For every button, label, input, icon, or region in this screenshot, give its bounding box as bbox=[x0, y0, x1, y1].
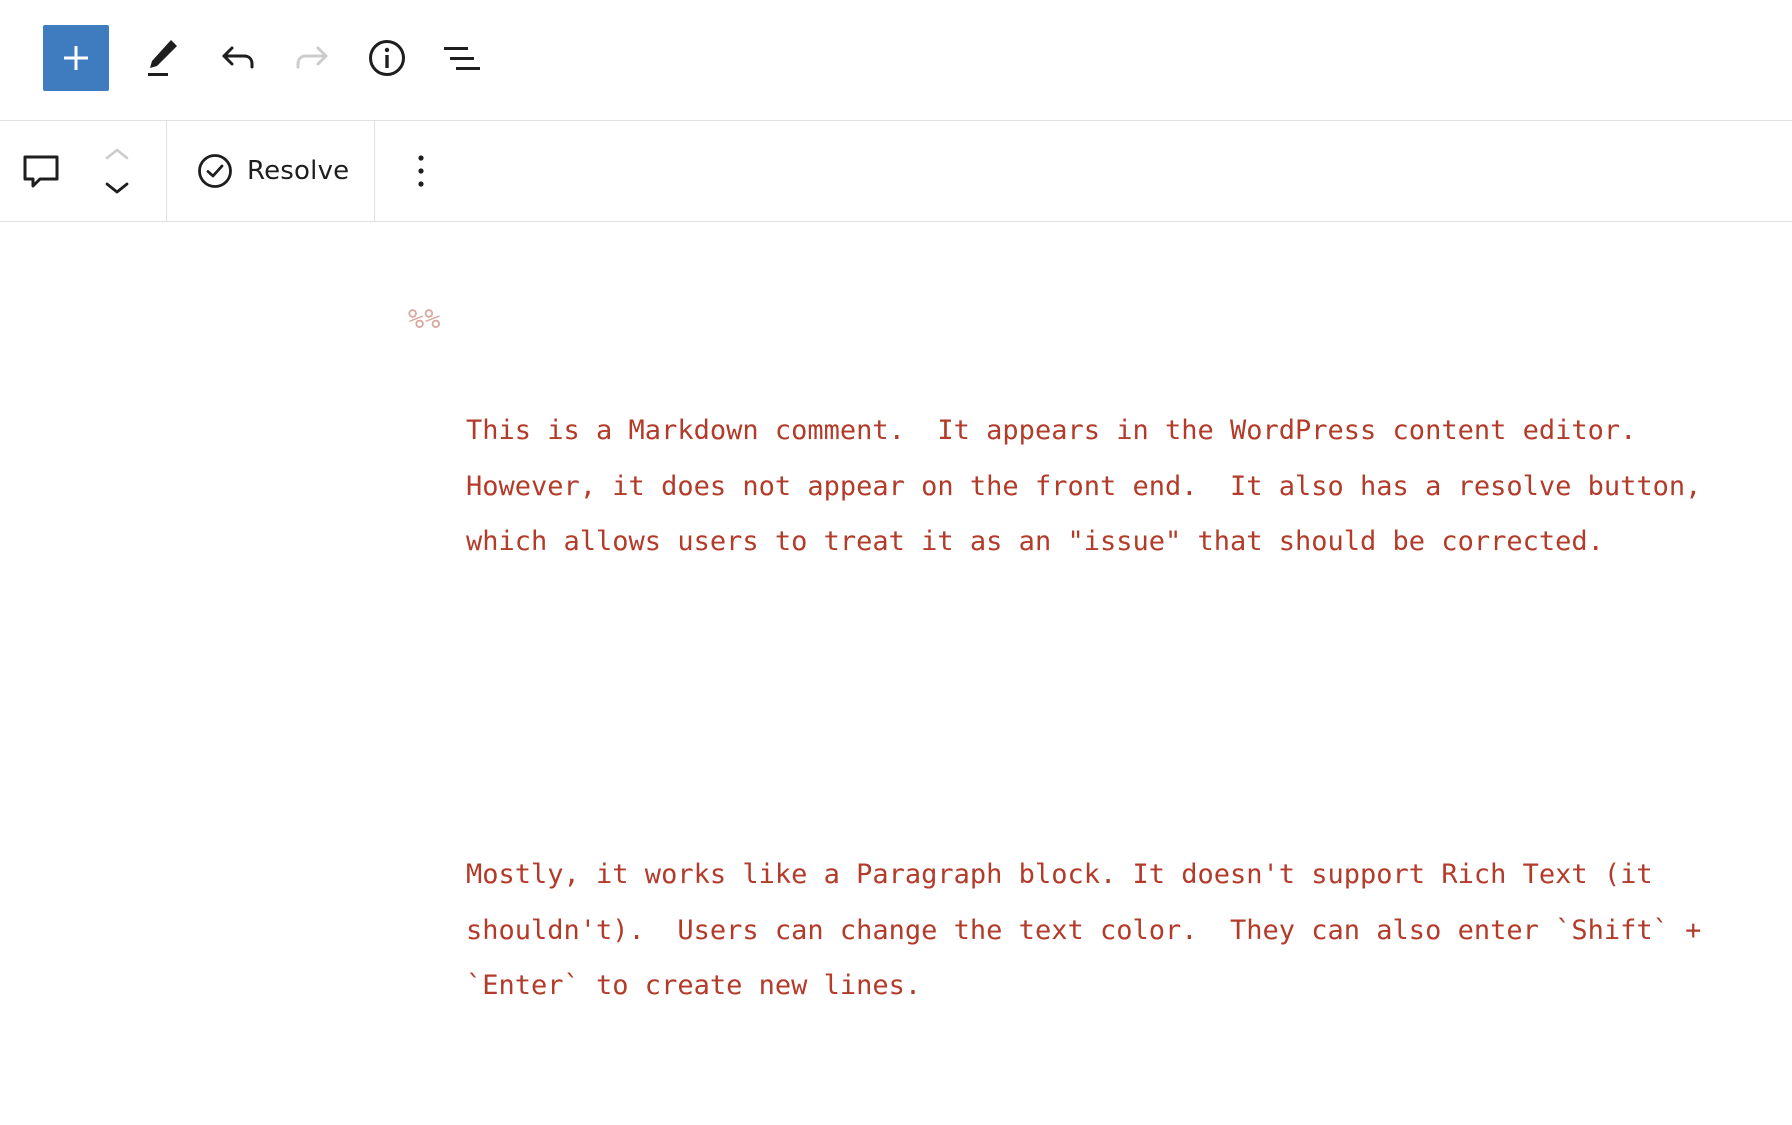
comment-paragraph: This is a Markdown comment. It appears i… bbox=[466, 415, 1718, 557]
more-vertical-icon bbox=[418, 155, 424, 187]
block-toolbar-group-options bbox=[375, 121, 475, 221]
editor-canvas: %% This is a Markdown comment. It appear… bbox=[0, 222, 1792, 1008]
edit-tool-button[interactable] bbox=[130, 25, 196, 91]
list-view-icon bbox=[444, 47, 480, 70]
block-options-button[interactable] bbox=[399, 149, 443, 193]
comment-icon bbox=[23, 155, 59, 188]
editor-top-toolbar bbox=[0, 0, 1792, 121]
comment-prefix: %% bbox=[408, 304, 441, 335]
move-up-button[interactable] bbox=[98, 139, 136, 169]
paragraph-spacer bbox=[466, 681, 1736, 737]
undo-icon bbox=[222, 46, 254, 69]
redo-button[interactable] bbox=[279, 25, 345, 91]
markdown-comment-block[interactable]: This is a Markdown comment. It appears i… bbox=[466, 292, 1736, 1125]
resolve-label: Resolve bbox=[247, 156, 350, 186]
comment-paragraph: Mostly, it works like a Paragraph block.… bbox=[466, 859, 1718, 1001]
plus-icon bbox=[64, 46, 88, 70]
block-mover bbox=[98, 139, 136, 205]
details-button[interactable] bbox=[354, 25, 420, 91]
chevron-up-icon bbox=[105, 148, 129, 160]
move-down-button[interactable] bbox=[98, 173, 136, 203]
list-view-button[interactable] bbox=[429, 25, 495, 91]
pencil-icon bbox=[148, 40, 177, 76]
block-toolbar: Resolve bbox=[0, 121, 1792, 222]
block-type-button[interactable] bbox=[20, 151, 62, 193]
block-inserter-button[interactable] bbox=[43, 25, 109, 91]
block-toolbar-group-type bbox=[0, 121, 167, 221]
resolve-button[interactable]: Resolve bbox=[197, 149, 349, 193]
undo-button[interactable] bbox=[205, 25, 271, 91]
chevron-down-icon bbox=[105, 182, 129, 194]
check-circle-icon bbox=[198, 154, 232, 188]
info-icon bbox=[369, 40, 405, 76]
block-toolbar-group-resolve: Resolve bbox=[167, 121, 375, 221]
redo-icon bbox=[296, 46, 328, 69]
